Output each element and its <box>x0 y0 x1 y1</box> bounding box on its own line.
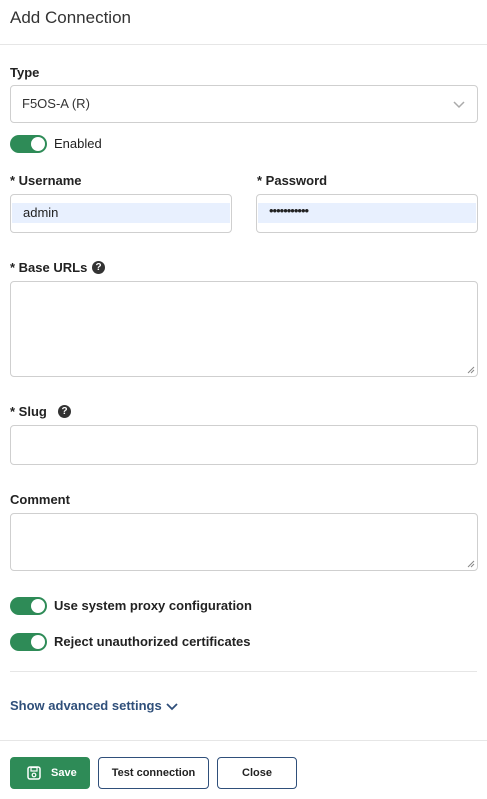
password-input[interactable]: ••••••••••• <box>256 194 478 233</box>
enabled-toggle[interactable] <box>10 135 47 153</box>
comment-label: Comment <box>10 492 70 507</box>
slug-label: * Slug <box>10 404 47 419</box>
type-select[interactable]: F5OS-A (R) <box>10 85 478 123</box>
help-icon[interactable]: ? <box>92 261 105 274</box>
comment-textarea[interactable] <box>10 513 478 571</box>
toggle-knob <box>31 635 45 649</box>
save-button[interactable]: Save <box>10 757 90 789</box>
base-urls-textarea[interactable] <box>10 281 478 377</box>
slug-input[interactable] <box>10 425 478 465</box>
password-value: ••••••••••• <box>269 203 309 218</box>
save-button-label: Save <box>51 767 77 779</box>
username-input[interactable]: admin <box>10 194 232 233</box>
username-label: * Username <box>10 173 82 188</box>
chevron-down-icon[interactable] <box>165 699 179 713</box>
help-icon[interactable]: ? <box>58 405 71 418</box>
toggle-knob <box>31 137 45 151</box>
toggle-knob <box>31 599 45 613</box>
floppy-disk-icon <box>27 766 41 780</box>
test-connection-button[interactable]: Test connection <box>98 757 209 789</box>
reject-certs-toggle[interactable] <box>10 633 47 651</box>
reject-certs-label: Reject unauthorized certificates <box>54 634 251 649</box>
proxy-toggle[interactable] <box>10 597 47 615</box>
base-urls-label: * Base URLs <box>10 260 88 275</box>
type-select-value: F5OS-A (R) <box>22 96 90 111</box>
divider <box>10 671 477 672</box>
resize-handle-icon[interactable] <box>467 366 475 374</box>
footer-divider <box>0 740 487 741</box>
type-label: Type <box>10 65 40 80</box>
proxy-label: Use system proxy configuration <box>54 598 252 613</box>
enabled-label: Enabled <box>54 136 102 151</box>
password-label: * Password <box>257 173 328 188</box>
chevron-down-icon <box>453 101 465 109</box>
username-value: admin <box>23 205 59 220</box>
resize-handle-icon[interactable] <box>467 560 475 568</box>
dialog-header: Add Connection <box>0 0 487 45</box>
show-advanced-link[interactable]: Show advanced settings <box>10 698 162 713</box>
dialog-title: Add Connection <box>10 8 131 27</box>
close-button[interactable]: Close <box>217 757 297 789</box>
